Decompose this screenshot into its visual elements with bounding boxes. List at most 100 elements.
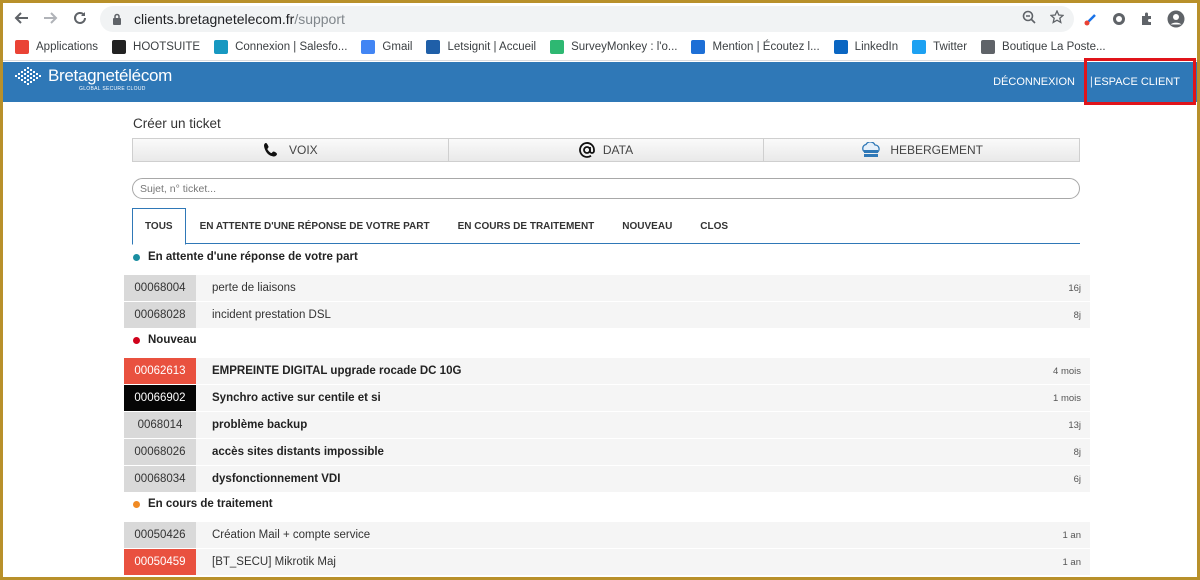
ticket-row[interactable]: 00068026 accès sites distants impossible 8… — [124, 439, 1090, 466]
ticket-id: 00062613 — [124, 358, 196, 384]
ticket-row[interactable]: 0068014 problème backup 13j — [124, 412, 1090, 439]
ticket-age: 1 mois — [1053, 392, 1081, 404]
extensions-puzzle-icon[interactable] — [1139, 11, 1155, 32]
create-ticket-title: Créer un ticket — [133, 116, 221, 131]
status-dot-icon — [133, 500, 140, 508]
bookmark-label: Letsignit | Accueil — [447, 40, 537, 53]
ticket-row[interactable]: 00068028 incident prestation DSL 8j — [124, 302, 1090, 329]
ticket-id: 0068014 — [124, 412, 196, 438]
ticket-search-input[interactable] — [132, 178, 1080, 199]
category-hebergement-button[interactable]: HEBERGEMENT — [764, 139, 1079, 161]
bookmark-label: Twitter — [933, 40, 968, 53]
category-hebergement-label: HEBERGEMENT — [890, 143, 984, 157]
cloud-server-icon — [860, 142, 882, 158]
category-data-label: DATA — [602, 143, 634, 157]
tab-en-cours[interactable]: EN COURS DE TRAITEMENT — [444, 208, 609, 244]
logo-name-2: télécom — [114, 66, 173, 85]
zoom-icon[interactable] — [1022, 10, 1036, 27]
bookmark-label: Gmail — [382, 40, 413, 53]
extension-arrow-icon[interactable] — [1083, 11, 1099, 32]
bookmark-item[interactable]: Connexion | Salesfo... — [214, 39, 347, 54]
bookmark-label: LinkedIn — [854, 40, 899, 53]
ticket-subject: [BT_SECU] Mikrotik Maj — [212, 556, 336, 568]
ticket-subject: Création Mail + compte service — [212, 529, 371, 541]
ticket-subject: perte de liaisons — [212, 282, 296, 294]
ticket-group-title: En attente d'une réponse de votre part — [133, 251, 358, 263]
ticket-list: 00050426 Création Mail + compte service 1 … — [124, 522, 1090, 576]
ticket-group-title: En cours de traitement — [133, 498, 273, 510]
phone-icon — [263, 142, 281, 158]
ticket-id: 00066902 — [124, 385, 196, 411]
browser-toolbar: clients.bretagnetelecom.fr/support — [3, 3, 1197, 33]
bookmark-item[interactable]: Mention | Écoutez l... — [691, 39, 820, 54]
tab-en-attente[interactable]: EN ATTENTE D'UNE RÉPONSE DE VOTRE PART — [186, 208, 444, 244]
ticket-subject: incident prestation DSL — [212, 309, 331, 321]
globe-icon — [981, 39, 996, 54]
category-voix-button[interactable]: VOIX — [133, 139, 449, 161]
ticket-age: 16j — [1068, 282, 1081, 294]
bookmark-item[interactable]: Twitter — [912, 39, 968, 54]
bookmark-item[interactable]: SurveyMonkey : l'o... — [550, 39, 677, 54]
ticket-row[interactable]: 00050459 [BT_SECU] Mikrotik Maj 1 an — [124, 549, 1090, 576]
ticket-id: 00068004 — [124, 275, 196, 301]
ticket-id: 00068028 — [124, 302, 196, 328]
ticket-age: 1 an — [1062, 529, 1082, 541]
extension-circle-icon[interactable] — [1111, 11, 1127, 32]
ticket-row[interactable]: 00068004 perte de liaisons 16j — [124, 275, 1090, 302]
bookmark-item[interactable]: Applications — [15, 39, 98, 54]
lock-icon — [113, 13, 121, 25]
ticket-row[interactable]: 00050426 Création Mail + compte service 1 … — [124, 522, 1090, 549]
ticket-category-bar: VOIX DATA HEBERGEMENT — [132, 138, 1080, 162]
status-dot-icon — [133, 253, 140, 261]
ticket-subject: accès sites distants impossible — [212, 446, 384, 458]
mention-icon — [691, 39, 706, 54]
forward-icon[interactable] — [39, 7, 61, 29]
ticket-subject: EMPREINTE DIGITAL upgrade rocade DC 10G — [212, 365, 462, 377]
url-path: /support — [294, 11, 345, 27]
category-data-button[interactable]: DATA — [449, 139, 765, 161]
ticket-list: 00062613 EMPREINTE DIGITAL upgrade rocade… — [124, 358, 1090, 493]
bookmark-item[interactable]: HOOTSUITE — [112, 39, 200, 54]
logo-wordmark: Bretagnetélécom — [48, 66, 172, 86]
ticket-group-title: Nouveau — [133, 334, 197, 346]
bookmark-item[interactable]: Boutique La Poste... — [981, 39, 1106, 54]
bookmark-item[interactable]: LinkedIn — [833, 39, 899, 54]
ticket-list: 00068004 perte de liaisons 16j 00068028 inci… — [124, 275, 1090, 329]
twitter-icon — [912, 39, 927, 54]
back-icon[interactable] — [11, 7, 33, 29]
bookmark-item[interactable]: Gmail — [361, 39, 413, 54]
ticket-subject: dysfonctionnement VDI — [212, 473, 341, 485]
hootsuite-icon — [112, 39, 127, 54]
bookmark-label: Mention | Écoutez l... — [712, 40, 820, 53]
category-voix-label: VOIX — [288, 143, 318, 157]
ticket-subject: Synchro active sur centile et si — [212, 392, 381, 404]
apps-grid-icon — [15, 39, 29, 54]
tab-clos[interactable]: CLOS — [686, 208, 742, 244]
site-header: Bretagnetélécom GLOBAL SECURE CLOUD DÉCO… — [3, 62, 1197, 102]
at-icon — [579, 142, 595, 158]
ticket-row[interactable]: 00066902 Synchro active sur centile et si… — [124, 385, 1090, 412]
tab-nouveau[interactable]: NOUVEAU — [608, 208, 686, 244]
ticket-group-label: En cours de traitement — [148, 498, 273, 510]
ticket-age: 8j — [1073, 446, 1081, 458]
salesforce-icon — [214, 39, 229, 54]
bookmark-star-icon[interactable] — [1049, 9, 1065, 27]
ticket-row[interactable]: 00068034 dysfonctionnement VDI 6j — [124, 466, 1090, 493]
google-icon — [361, 39, 376, 54]
reload-icon[interactable] — [69, 7, 91, 29]
ticket-id: 00050459 — [124, 549, 196, 575]
bookmark-item[interactable]: Letsignit | Accueil — [426, 39, 537, 54]
ticket-row[interactable]: 00062613 EMPREINTE DIGITAL upgrade rocade… — [124, 358, 1090, 385]
logout-link[interactable]: DÉCONNEXION — [993, 76, 1075, 88]
profile-avatar-icon[interactable] — [1167, 10, 1185, 33]
url-host: clients.bretagnetelecom.fr — [134, 11, 295, 27]
highlight-box — [1084, 58, 1196, 105]
ticket-age: 4 mois — [1053, 365, 1081, 377]
logo-dots-icon — [15, 67, 41, 85]
bookmarks-bar: Applications HOOTSUITE Connexion | Salesfo… — [3, 33, 1197, 61]
letsignit-icon — [426, 39, 441, 54]
logo-name-1: Bretagne — [48, 66, 115, 85]
address-bar[interactable]: clients.bretagnetelecom.fr/support — [100, 6, 1074, 32]
tab-tous[interactable]: TOUS — [132, 208, 186, 245]
status-dot-icon — [133, 336, 140, 344]
